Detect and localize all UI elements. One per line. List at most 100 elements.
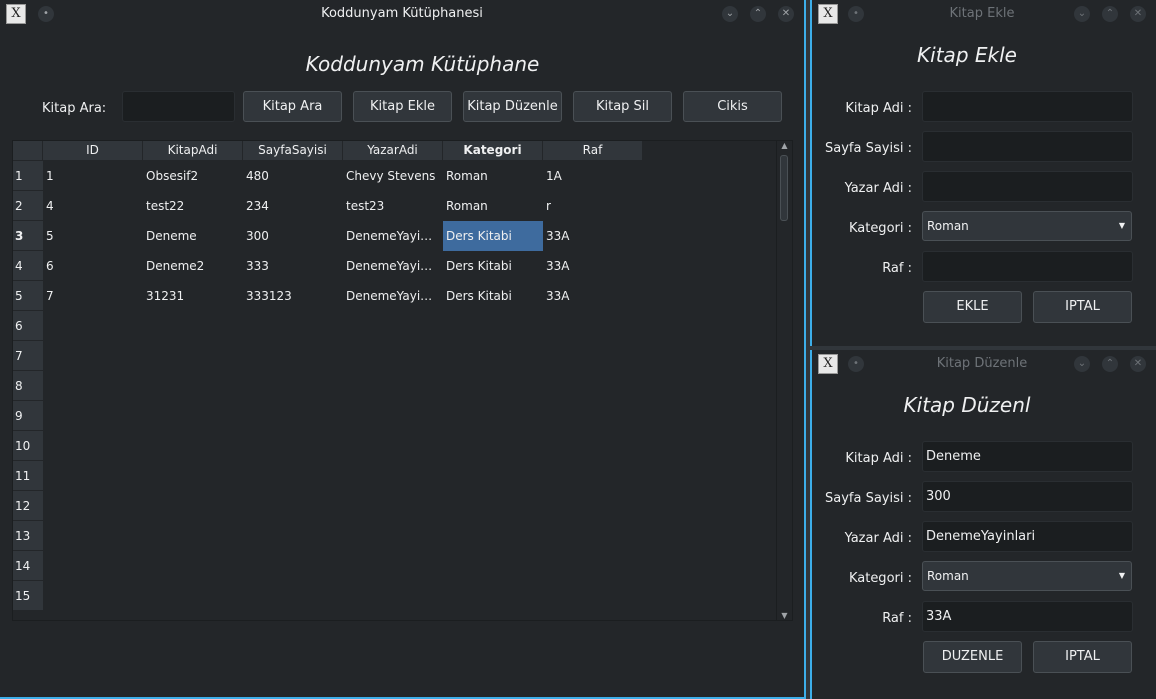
close-icon[interactable]: ✕ <box>1130 6 1146 22</box>
category-select[interactable]: Roman ▼ <box>922 561 1132 591</box>
maximize-icon[interactable]: ⌃ <box>1102 6 1118 22</box>
table-cell[interactable]: 33A <box>543 251 643 281</box>
column-header-sayfasayisi[interactable]: SayfaSayisi <box>243 141 343 160</box>
name-label: Kitap Adi : <box>845 101 912 116</box>
category-select[interactable]: Roman ▼ <box>922 211 1132 241</box>
name-input[interactable] <box>922 441 1133 472</box>
edit-titlebar[interactable]: X • Kitap Düzenle ⌄ ⌃ ✕ <box>812 350 1156 378</box>
books-table[interactable]: ID KitapAdi SayfaSayisi YazarAdi Kategor… <box>12 140 793 621</box>
column-header-id[interactable]: ID <box>43 141 143 160</box>
table-cell[interactable]: 31231 <box>143 281 243 311</box>
column-header-kategori[interactable]: Kategori <box>443 141 543 160</box>
edit-book-window: X • Kitap Düzenle ⌄ ⌃ ✕ Kitap Düzenl Kit… <box>810 350 1156 699</box>
edit-book-button[interactable]: Kitap Düzenle <box>463 91 562 122</box>
pages-input[interactable] <box>922 481 1133 512</box>
table-cell[interactable]: Ders Kitabi <box>443 281 543 311</box>
row-header[interactable]: 10 <box>13 431 43 461</box>
table-cell[interactable]: test22 <box>143 191 243 221</box>
exit-button[interactable]: Cikis <box>683 91 782 122</box>
main-titlebar[interactable]: X • Koddunyam Kütüphanesi ⌄ ⌃ ✕ <box>0 0 804 28</box>
column-header-kitapadi[interactable]: KitapAdi <box>143 141 243 160</box>
column-header-yazaradi[interactable]: YazarAdi <box>343 141 443 160</box>
table-cell[interactable]: 234 <box>243 191 343 221</box>
table-cell[interactable]: Deneme <box>143 221 243 251</box>
edit-confirm-button[interactable]: DUZENLE <box>923 641 1022 673</box>
add-heading: Kitap Ekle <box>917 43 1017 67</box>
scroll-down-icon[interactable]: ▼ <box>777 611 792 620</box>
edit-window-title: Kitap Düzenle <box>936 356 1028 371</box>
table-cell[interactable]: test23 <box>343 191 443 221</box>
table-cell[interactable]: 333 <box>243 251 343 281</box>
minimize-icon[interactable]: ⌄ <box>1074 6 1090 22</box>
chevron-down-icon: ▼ <box>1118 571 1125 580</box>
row-header[interactable]: 6 <box>13 311 43 341</box>
edit-cancel-button[interactable]: IPTAL <box>1033 641 1132 673</box>
table-cell[interactable]: Roman <box>443 191 543 221</box>
category-label: Kategori : <box>848 221 912 236</box>
main-window: X • Koddunyam Kütüphanesi ⌄ ⌃ ✕ Koddunya… <box>0 0 806 699</box>
row-header[interactable]: 5 <box>13 281 43 311</box>
page-title: Koddunyam Kütüphane <box>305 52 540 76</box>
table-cell[interactable]: 7 <box>43 281 143 311</box>
row-header[interactable]: 9 <box>13 401 43 431</box>
row-header[interactable]: 3 <box>13 221 43 251</box>
table-cell[interactable]: 1A <box>543 161 643 191</box>
maximize-icon[interactable]: ⌃ <box>1102 356 1118 372</box>
shelf-input[interactable] <box>922 601 1133 632</box>
table-cell[interactable]: Deneme2 <box>143 251 243 281</box>
author-input[interactable] <box>922 171 1133 202</box>
scroll-up-icon[interactable]: ▲ <box>777 141 792 150</box>
table-cell[interactable]: DenemeYayi… <box>343 281 443 311</box>
table-cell[interactable]: 480 <box>243 161 343 191</box>
row-header[interactable]: 7 <box>13 341 43 371</box>
name-input[interactable] <box>922 91 1133 122</box>
table-cell[interactable]: 4 <box>43 191 143 221</box>
row-header[interactable]: 4 <box>13 251 43 281</box>
table-cell[interactable]: 5 <box>43 221 143 251</box>
search-button[interactable]: Kitap Ara <box>243 91 342 122</box>
table-cell[interactable]: Obsesif2 <box>143 161 243 191</box>
add-book-button[interactable]: Kitap Ekle <box>353 91 452 122</box>
table-cell[interactable]: Chevy Stevens <box>343 161 443 191</box>
add-cancel-button[interactable]: IPTAL <box>1033 291 1132 323</box>
table-scrollbar[interactable]: ▲ ▼ <box>776 141 792 620</box>
category-label: Kategori : <box>848 571 912 586</box>
table-cell[interactable]: Ders Kitabi <box>443 251 543 281</box>
table-corner[interactable] <box>13 141 43 160</box>
table-cell[interactable]: 6 <box>43 251 143 281</box>
row-header[interactable]: 8 <box>13 371 43 401</box>
table-cell[interactable]: 333123 <box>243 281 343 311</box>
delete-book-button[interactable]: Kitap Sil <box>573 91 672 122</box>
table-cell[interactable]: 33A <box>543 281 643 311</box>
table-cell[interactable]: Ders Kitabi <box>443 221 543 251</box>
maximize-icon[interactable]: ⌃ <box>750 6 766 22</box>
table-cell[interactable]: Roman <box>443 161 543 191</box>
row-header[interactable]: 15 <box>13 581 43 611</box>
main-window-title: Koddunyam Kütüphanesi <box>321 6 483 21</box>
row-header[interactable]: 13 <box>13 521 43 551</box>
column-header-raf[interactable]: Raf <box>543 141 643 160</box>
row-header[interactable]: 14 <box>13 551 43 581</box>
table-cell[interactable]: r <box>543 191 643 221</box>
author-label: Yazar Adi : <box>844 531 912 546</box>
minimize-icon[interactable]: ⌄ <box>1074 356 1090 372</box>
table-cell[interactable]: 33A <box>543 221 643 251</box>
add-titlebar[interactable]: X • Kitap Ekle ⌄ ⌃ ✕ <box>812 0 1156 28</box>
row-header[interactable]: 2 <box>13 191 43 221</box>
author-input[interactable] <box>922 521 1133 552</box>
table-cell[interactable]: 1 <box>43 161 143 191</box>
table-cell[interactable]: 300 <box>243 221 343 251</box>
shelf-input[interactable] <box>922 251 1133 282</box>
scrollbar-thumb[interactable] <box>780 155 788 221</box>
row-header[interactable]: 11 <box>13 461 43 491</box>
table-cell[interactable]: DenemeYayi… <box>343 251 443 281</box>
table-cell[interactable]: DenemeYayi… <box>343 221 443 251</box>
row-header[interactable]: 12 <box>13 491 43 521</box>
close-icon[interactable]: ✕ <box>778 6 794 22</box>
add-confirm-button[interactable]: EKLE <box>923 291 1022 323</box>
search-input[interactable] <box>122 91 235 122</box>
pages-input[interactable] <box>922 131 1133 162</box>
row-header[interactable]: 1 <box>13 161 43 191</box>
close-icon[interactable]: ✕ <box>1130 356 1146 372</box>
minimize-icon[interactable]: ⌄ <box>722 6 738 22</box>
